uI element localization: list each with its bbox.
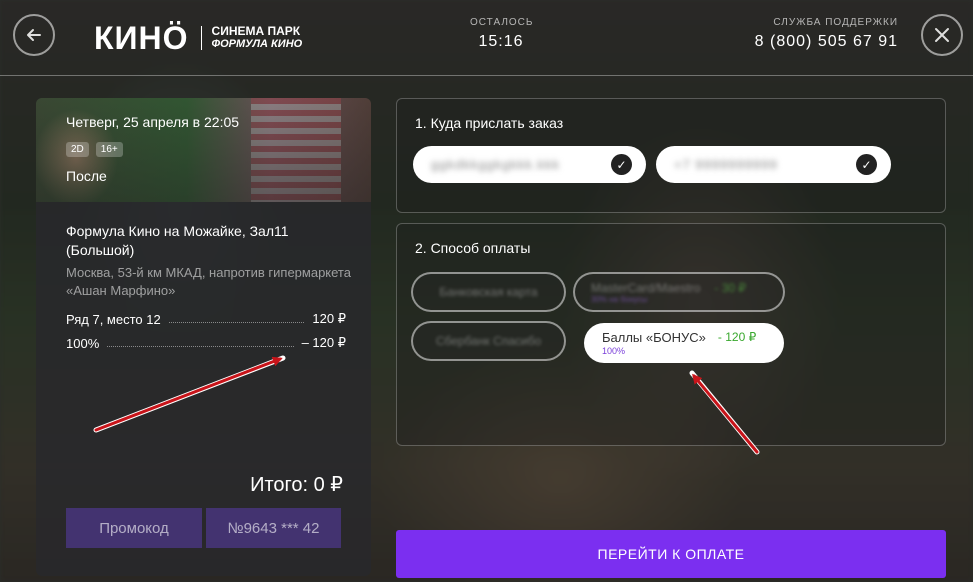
timer-label: ОСТАЛОСЬ <box>470 17 534 28</box>
email-value: ggkdkkggkgkkk.kkk <box>431 157 560 172</box>
header: КИНÖ СИНЕМА ПАРК ФОРМУЛА КИНО ОСТАЛОСЬ 1… <box>0 0 973 76</box>
logo-subtitle: СИНЕМА ПАРК ФОРМУЛА КИНО <box>212 25 303 51</box>
logo: КИНÖ СИНЕМА ПАРК ФОРМУЛА КИНО <box>94 22 302 54</box>
support: СЛУЖБА ПОДДЕРЖКИ 8 (800) 505 67 91 <box>755 17 898 51</box>
format-badges: 2D 16+ <box>66 142 123 157</box>
check-icon: ✓ <box>611 154 632 175</box>
payment-option-bank-card[interactable]: Банковская карта <box>411 272 566 312</box>
discount-line: 100% – 120 ₽ <box>66 335 346 351</box>
option-price: - 120 ₽ <box>717 330 757 344</box>
seat-line: Ряд 7, место 12 120 ₽ <box>66 311 346 327</box>
logo-divider <box>200 26 202 50</box>
seat-price: 120 ₽ <box>312 311 346 326</box>
option-sub: 30% на бонусы <box>591 294 648 304</box>
option-label: Банковская карта <box>439 285 538 299</box>
bottom-buttons: Промокод №9643 *** 42 <box>66 508 341 548</box>
support-phone[interactable]: 8 (800) 505 67 91 <box>755 33 898 51</box>
payment-panel: 2. Способ оплаты Банковская карта Master… <box>396 223 946 446</box>
payment-option-mastercard[interactable]: MasterCard/Maestro - 30 ₽ 30% на бонусы <box>573 272 785 312</box>
order-total: Итого: 0 ₽ <box>250 474 343 496</box>
close-icon <box>935 28 949 42</box>
support-label: СЛУЖБА ПОДДЕРЖКИ <box>773 17 898 28</box>
back-button[interactable] <box>13 14 55 56</box>
discount-label: 100% <box>66 336 100 351</box>
timer-value: 15:16 <box>478 33 524 50</box>
close-button[interactable] <box>921 14 963 56</box>
phone-field[interactable]: +7 9999999999 ✓ <box>656 146 891 183</box>
payment-title: 2. Способ оплаты <box>415 240 531 256</box>
phone-value: +7 9999999999 <box>674 157 778 172</box>
cinema-address: Москва, 53-й км МКАД, напротив гипермарк… <box>66 265 351 298</box>
order-summary: Четверг, 25 апреля в 22:05 2D 16+ После … <box>36 98 371 576</box>
delivery-panel: 1. Куда прислать заказ ggkdkkggkgkkk.kkk… <box>396 98 946 213</box>
format-badge: 2D <box>66 142 89 157</box>
age-badge: 16+ <box>95 142 123 157</box>
seat-label: Ряд 7, место 12 <box>66 312 161 327</box>
logo-line-1: СИНЕМА ПАРК <box>211 24 301 38</box>
payment-option-bonus[interactable]: Баллы «БОНУС» - 120 ₽ 100% <box>584 323 784 363</box>
option-label: Сбербанк Спасибо <box>435 334 542 348</box>
option-sub: 100% <box>602 346 626 356</box>
loyalty-card-button[interactable]: №9643 *** 42 <box>206 508 341 548</box>
payment-option-sber[interactable]: Сбербанк Спасибо <box>411 321 566 361</box>
option-label: Баллы «БОНУС» <box>602 330 706 345</box>
timer: ОСТАЛОСЬ 15:16 <box>470 17 532 51</box>
check-icon: ✓ <box>856 154 877 175</box>
cinema-name: Формула Кино на Можайке, Зал11 (Большой) <box>66 223 289 258</box>
proceed-to-payment-button[interactable]: ПЕРЕЙТИ К ОПЛАТЕ <box>396 530 946 578</box>
movie-title: После <box>66 168 107 184</box>
discount-price: – 120 ₽ <box>301 335 346 350</box>
email-field[interactable]: ggkdkkggkgkkk.kkk ✓ <box>413 146 646 183</box>
logo-main: КИНÖ <box>94 20 189 56</box>
logo-line-2: ФОРМУЛА КИНО <box>211 38 303 50</box>
option-price: - 30 ₽ <box>714 280 747 295</box>
session-date: Четверг, 25 апреля в 22:05 <box>66 114 240 130</box>
delivery-title: 1. Куда прислать заказ <box>415 115 564 131</box>
option-label: MasterCard/Maestro <box>591 280 701 295</box>
arrow-left-icon <box>27 29 41 41</box>
promo-code-button[interactable]: Промокод <box>66 508 202 548</box>
